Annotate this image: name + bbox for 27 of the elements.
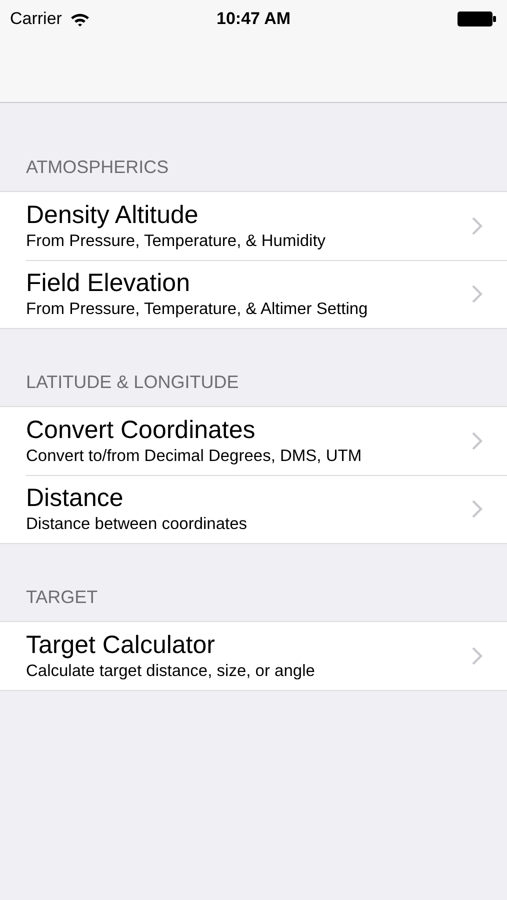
item-subtitle: Distance between coordinates: [26, 514, 248, 535]
carrier-label: Carrier: [10, 9, 62, 29]
item-title: Target Calculator: [26, 630, 216, 660]
section-header: ATMOSPHERICS: [25, 157, 170, 179]
status-time: 10:47 AM: [216, 9, 290, 29]
section-header: LATITUDE & LONGITUDE: [25, 372, 240, 394]
battery-icon: [457, 11, 497, 27]
item-subtitle: From Pressure, Temperature, & Humidity: [26, 231, 326, 252]
item-title: Convert Coordinates: [26, 415, 256, 445]
list-item[interactable]: Target Calculator Calculate target distance, size, or angle: [0, 622, 507, 690]
wifi-icon: [70, 12, 90, 26]
chevron-icon: [471, 216, 483, 236]
list-item[interactable]: Density Altitude From Pressure, Temperature, & Humidity: [0, 192, 507, 260]
list-item[interactable]: Distance Distance between coordinates: [0, 475, 507, 543]
chevron-icon: [471, 431, 483, 451]
item-title: Field Elevation: [26, 268, 191, 298]
item-title: Distance: [26, 483, 124, 513]
list-item[interactable]: Field Elevation From Pressure, Temperature, & Altimer Setting: [0, 260, 507, 328]
item-title: Density Altitude: [26, 200, 200, 230]
chevron-icon: [471, 646, 483, 666]
item-subtitle: Convert to/from Decimal Degrees, DMS, UTM: [26, 446, 362, 467]
list-item[interactable]: Convert Coordinates Convert to/from Decimal Degrees, DMS, UTM: [0, 407, 507, 475]
item-subtitle: Calculate target distance, size, or angle: [26, 661, 315, 682]
section-header: TARGET: [25, 587, 99, 609]
item-subtitle: From Pressure, Temperature, & Altimer Setting: [26, 299, 368, 320]
chevron-icon: [471, 284, 483, 304]
chevron-icon: [471, 499, 483, 519]
